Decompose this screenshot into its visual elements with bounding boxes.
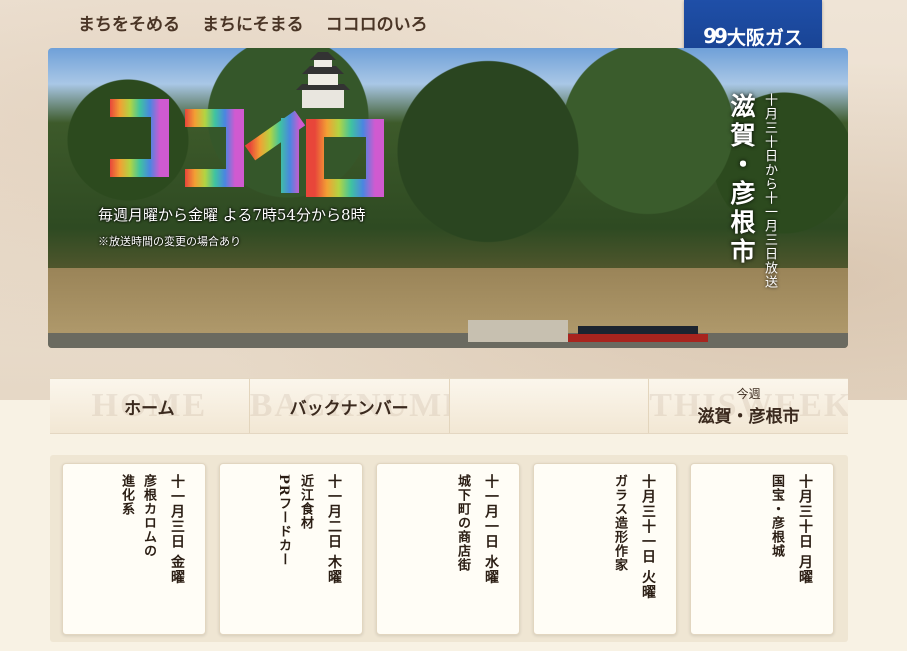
tab-home-label: ホーム xyxy=(124,398,175,419)
lawn xyxy=(48,268,848,338)
episode-card[interactable]: 十一月二日 木曜 近江食材 PRフードカー xyxy=(219,463,363,635)
episode-title: 彦根カロムの 進化系 xyxy=(119,474,156,558)
episode-date: 十一月三日 金曜 xyxy=(169,474,185,585)
main-tabs: HOME ホーム BACKNUMBER バックナンバー THISWEEK 今週 … xyxy=(50,378,848,434)
tab-this-week-small: 今週 xyxy=(736,387,761,401)
episode-card[interactable]: 十一月三日 金曜 彦根カロムの 進化系 xyxy=(62,463,206,635)
tab-this-week-label: 滋賀・彦根市 xyxy=(697,407,800,427)
tab-empty xyxy=(449,379,650,433)
episode-title: 国宝・彦根城 xyxy=(769,474,784,558)
episode-title: ガラス造形作家 xyxy=(612,474,627,572)
broadcast-dates: 十月三十日から十一月三日放送 xyxy=(762,93,777,289)
nav-machi-wo-someru[interactable]: まちをそめる xyxy=(78,10,180,35)
hero-banner: 毎週月曜から金曜 よる7時54分から8時 ※放送時間の変更の場合あり 滋賀・彦根… xyxy=(48,48,848,348)
episode-date: 十一月二日 木曜 xyxy=(326,474,342,585)
episode-card[interactable]: 十月三十一日 火曜 ガラス造形作家 xyxy=(533,463,677,635)
tab-this-week[interactable]: THISWEEK 今週 滋賀・彦根市 xyxy=(649,379,848,433)
episode-date: 十月三十日 月曜 xyxy=(797,474,813,585)
episode-card[interactable]: 十一月一日 水曜 城下町の商店街 xyxy=(376,463,520,635)
schedule-note: ※放送時間の変更の場合あり xyxy=(98,235,241,248)
broadcast-schedule: 毎週月曜から金曜 よる7時54分から8時 ※放送時間の変更の場合あり xyxy=(98,204,366,249)
episode-date: 十月三十一日 火曜 xyxy=(640,474,656,600)
osaka-gas-logo-text: 大阪ガス xyxy=(726,26,803,49)
nav-machi-ni-somaru[interactable]: まちにそまる xyxy=(202,10,304,35)
episode-date: 十一月一日 水曜 xyxy=(483,474,499,585)
tab-home[interactable]: HOME ホーム xyxy=(50,379,250,433)
boat-icon xyxy=(468,320,708,348)
tab-backnumber[interactable]: BACKNUMBER バックナンバー xyxy=(249,379,450,433)
stone-wall xyxy=(48,333,848,348)
nav-kokoro-no-iro[interactable]: ココロのいろ xyxy=(326,10,428,35)
episode-card[interactable]: 十月三十日 月曜 国宝・彦根城 xyxy=(690,463,834,635)
featured-city: 滋賀・彦根市 xyxy=(727,93,756,267)
schedule-time: 毎週月曜から金曜 よる7時54分から8時 xyxy=(98,206,366,224)
tab-backnumber-label: バックナンバー xyxy=(289,398,409,419)
osaka-gas-mark-icon: 99 xyxy=(703,24,728,48)
top-navigation: まちをそめる まちにそまる ココロのいろ xyxy=(78,10,428,35)
episode-title: 城下町の商店街 xyxy=(455,474,470,572)
episode-title: 近江食材 PRフードカー xyxy=(276,474,313,567)
program-logo xyxy=(110,99,384,197)
episode-list: 十一月三日 金曜 彦根カロムの 進化系 十一月二日 木曜 近江食材 PRフードカー … xyxy=(50,455,848,642)
